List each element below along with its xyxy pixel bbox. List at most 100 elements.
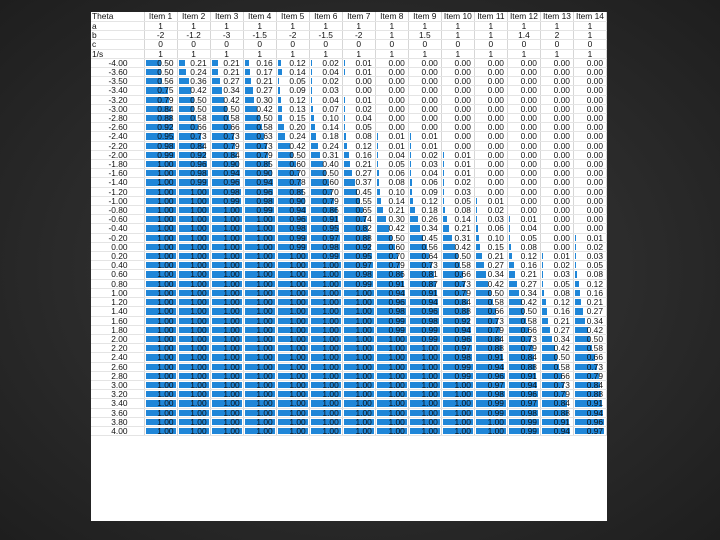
probability-cell[interactable]: 0.08 — [375, 177, 409, 188]
probability-cell[interactable]: 0.24 — [177, 67, 211, 78]
probability-cell[interactable]: 1.00 — [309, 362, 343, 372]
probability-cell[interactable]: 0.79 — [210, 141, 244, 151]
probability-cell[interactable]: 0.94 — [408, 297, 442, 308]
probability-cell[interactable]: 0.00 — [441, 85, 475, 96]
probability-cell[interactable]: 1.00 — [144, 214, 178, 225]
probability-cell[interactable]: 0.02 — [309, 58, 343, 69]
probability-cell[interactable]: 0.56 — [408, 242, 442, 253]
probability-cell[interactable]: 0.90 — [276, 196, 310, 207]
probability-cell[interactable]: 0.66 — [507, 325, 541, 335]
probability-cell[interactable]: 1.00 — [177, 417, 211, 427]
parameter-cell[interactable]: -2 — [144, 30, 178, 41]
probability-cell[interactable]: 0.00 — [441, 122, 475, 133]
probability-cell[interactable]: 1.00 — [177, 389, 211, 400]
probability-cell[interactable]: 1.00 — [408, 408, 442, 418]
parameter-label[interactable]: b — [91, 30, 145, 41]
probability-cell[interactable]: 0.45 — [408, 233, 442, 243]
probability-cell[interactable]: 0.97 — [441, 343, 475, 354]
probability-cell[interactable]: 1.00 — [144, 196, 178, 207]
probability-cell[interactable]: 1.00 — [309, 371, 343, 381]
parameter-cell[interactable]: -2 — [342, 30, 376, 41]
probability-cell[interactable]: 0.90 — [210, 159, 244, 170]
probability-cell[interactable]: 0.00 — [507, 76, 541, 87]
probability-cell[interactable]: 0.99 — [375, 325, 409, 335]
probability-cell[interactable]: 0.00 — [441, 58, 475, 69]
probability-cell[interactable]: 0.00 — [474, 85, 508, 96]
probability-cell[interactable]: 1.00 — [144, 159, 178, 170]
column-header-item-9[interactable]: Item 9 — [408, 12, 442, 22]
probability-cell[interactable]: 0.56 — [144, 76, 178, 87]
probability-cell[interactable]: 1.00 — [342, 408, 376, 418]
probability-cell[interactable]: 0.91 — [507, 371, 541, 381]
probability-cell[interactable]: 0.00 — [573, 168, 607, 179]
theta-cell[interactable]: 2.60 — [91, 362, 145, 372]
probability-cell[interactable]: 1.00 — [210, 426, 244, 437]
probability-cell[interactable]: 0.95 — [342, 251, 376, 262]
probability-cell[interactable]: 0.00 — [540, 131, 574, 142]
probability-cell[interactable]: 0.00 — [540, 58, 574, 69]
parameter-label[interactable]: c — [91, 39, 145, 50]
probability-cell[interactable]: 1.00 — [210, 334, 244, 345]
probability-cell[interactable]: 1.00 — [210, 279, 244, 289]
theta-cell[interactable]: 4.00 — [91, 426, 145, 437]
theta-cell[interactable]: -2.20 — [91, 141, 145, 151]
probability-cell[interactable]: 0.01 — [375, 141, 409, 151]
probability-cell[interactable]: 0.00 — [474, 95, 508, 105]
probability-cell[interactable]: 1.00 — [243, 242, 277, 253]
probability-cell[interactable]: 1.00 — [177, 269, 211, 280]
probability-cell[interactable]: 0.94 — [507, 380, 541, 391]
probability-cell[interactable]: 0.01 — [342, 58, 376, 69]
probability-cell[interactable]: 0.94 — [573, 408, 607, 418]
probability-cell[interactable]: 1.00 — [243, 334, 277, 345]
probability-cell[interactable]: 1.00 — [144, 168, 178, 179]
parameter-cell[interactable]: 1 — [573, 49, 607, 59]
probability-cell[interactable]: 0.08 — [573, 269, 607, 280]
probability-cell[interactable]: 0.06 — [408, 177, 442, 188]
parameter-cell[interactable]: 1.5 — [408, 30, 442, 41]
column-header-item-1[interactable]: Item 1 — [144, 12, 178, 22]
probability-cell[interactable]: 0.01 — [408, 131, 442, 142]
probability-cell[interactable]: 1.00 — [309, 306, 343, 317]
probability-cell[interactable]: 0.12 — [408, 196, 442, 207]
probability-cell[interactable]: 0.00 — [408, 76, 442, 87]
probability-cell[interactable]: 0.84 — [210, 150, 244, 161]
probability-cell[interactable]: 0.42 — [474, 279, 508, 289]
probability-cell[interactable]: 0.21 — [474, 251, 508, 262]
parameter-label[interactable]: a — [91, 21, 145, 32]
probability-cell[interactable]: 1.00 — [177, 187, 211, 197]
parameter-cell[interactable]: 1 — [375, 30, 409, 41]
probability-cell[interactable]: 0.04 — [309, 67, 343, 78]
probability-cell[interactable]: 0.97 — [342, 260, 376, 271]
probability-cell[interactable]: 0.00 — [441, 141, 475, 151]
probability-cell[interactable]: 1.00 — [276, 325, 310, 335]
theta-cell[interactable]: -3.40 — [91, 85, 145, 96]
theta-cell[interactable]: 2.80 — [91, 371, 145, 381]
probability-cell[interactable]: 0.30 — [375, 214, 409, 225]
probability-cell[interactable]: 0.02 — [540, 260, 574, 271]
probability-cell[interactable]: 1.00 — [177, 288, 211, 299]
probability-cell[interactable]: 1.00 — [375, 334, 409, 345]
probability-cell[interactable]: 1.00 — [210, 371, 244, 381]
probability-cell[interactable]: 1.00 — [342, 352, 376, 363]
probability-cell[interactable]: 1.00 — [144, 297, 178, 308]
probability-cell[interactable]: 0.79 — [243, 150, 277, 161]
probability-cell[interactable]: 1.00 — [243, 260, 277, 271]
probability-cell[interactable]: 0.81 — [408, 269, 442, 280]
probability-cell[interactable]: 0.00 — [573, 104, 607, 115]
probability-cell[interactable]: 0.00 — [474, 150, 508, 161]
probability-cell[interactable]: 0.96 — [177, 159, 211, 170]
probability-cell[interactable]: 0.14 — [441, 214, 475, 225]
probability-cell[interactable]: 0.70 — [309, 187, 343, 197]
probability-cell[interactable]: 1.00 — [309, 417, 343, 427]
probability-cell[interactable]: 1.00 — [210, 233, 244, 243]
probability-cell[interactable]: 0.98 — [210, 187, 244, 197]
probability-cell[interactable]: 0.94 — [441, 325, 475, 335]
probability-cell[interactable]: 0.74 — [342, 214, 376, 225]
probability-cell[interactable]: 0.00 — [375, 58, 409, 69]
probability-cell[interactable]: 0.00 — [375, 67, 409, 78]
column-header-item-10[interactable]: Item 10 — [441, 12, 475, 22]
probability-cell[interactable]: 0.00 — [408, 95, 442, 105]
probability-cell[interactable]: 0.17 — [243, 67, 277, 78]
probability-cell[interactable]: 1.00 — [177, 325, 211, 335]
column-header-item-6[interactable]: Item 6 — [309, 12, 343, 22]
